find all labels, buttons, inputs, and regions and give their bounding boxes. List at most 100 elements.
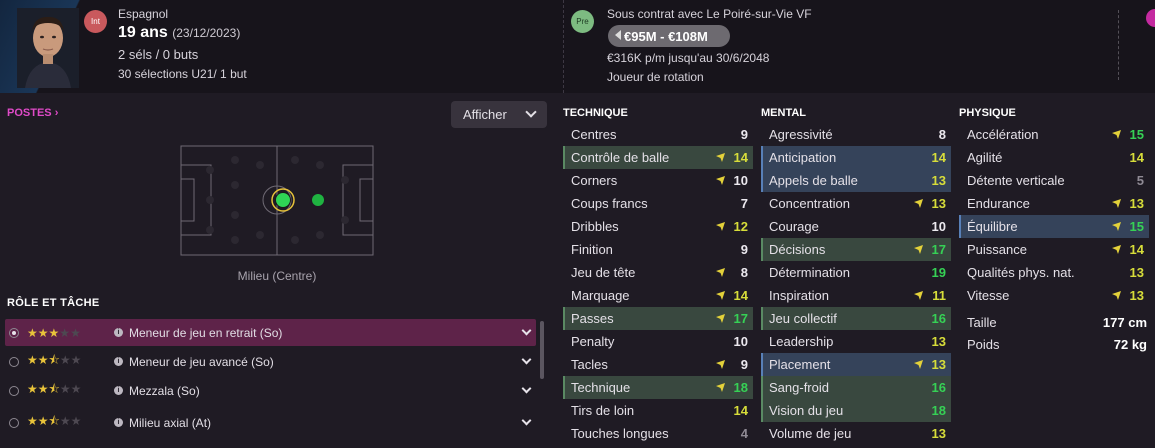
attribute-value: 16 <box>931 311 946 326</box>
info-icon[interactable]: i <box>114 386 123 395</box>
attribute-row[interactable]: Finition 9 <box>563 238 753 261</box>
progress-arrow-icon <box>716 176 725 185</box>
attribute-row[interactable]: Centres 9 <box>563 123 753 146</box>
attribute-name: Détermination <box>769 265 850 280</box>
attribute-row[interactable]: Passes 17 <box>563 307 753 330</box>
attribute-row[interactable]: Marquage 14 <box>563 284 753 307</box>
attribute-row[interactable]: Anticipation 14 <box>761 146 951 169</box>
attribute-row[interactable]: Technique 18 <box>563 376 753 399</box>
attribute-row[interactable]: Volume de jeu 13 <box>761 422 951 445</box>
role-radio[interactable] <box>9 385 19 396</box>
attribute-name: Contrôle de balle <box>571 150 670 165</box>
notification-badge[interactable] <box>1146 9 1155 27</box>
progress-arrow-icon <box>1112 291 1121 300</box>
attribute-row[interactable]: Dribbles 12 <box>563 215 753 238</box>
chevron-down-icon[interactable] <box>521 383 532 394</box>
attribute-value: 14 <box>1129 242 1144 257</box>
attribute-row[interactable]: Sang-froid 16 <box>761 376 951 399</box>
player-avatar[interactable] <box>17 8 79 88</box>
role-row[interactable]: ★★⯪★★ i Meneur de jeu avancé (So) <box>5 348 536 375</box>
attribute-value: 15 <box>1129 219 1144 234</box>
attribute-value: 15 <box>1129 127 1144 142</box>
transfer-value[interactable]: €95M - €108M <box>608 25 730 47</box>
attribute-row[interactable]: Vitesse 13 <box>959 284 1149 307</box>
attribute-name: Corners <box>571 173 618 188</box>
attribute-row[interactable]: Endurance 13 <box>959 192 1149 215</box>
attribute-name: Volume de jeu <box>769 426 852 441</box>
attribute-value: 10 <box>733 334 748 349</box>
attribute-row[interactable]: Détente verticale 5 <box>959 169 1149 192</box>
info-icon[interactable]: i <box>114 357 123 366</box>
attribute-row[interactable]: Agressivité 8 <box>761 123 951 146</box>
attribute-row[interactable]: Placement 13 <box>761 353 951 376</box>
progress-arrow-icon <box>716 153 725 162</box>
attribute-row[interactable]: Appels de balle 13 <box>761 169 951 192</box>
attribute-value: 17 <box>733 311 748 326</box>
positions-title: POSTES <box>7 107 52 119</box>
attribute-value: 19 <box>931 265 946 280</box>
chevron-down-icon <box>525 106 537 118</box>
progress-arrow-icon <box>914 245 923 254</box>
attribute-row[interactable]: Équilibre 15 <box>959 215 1149 238</box>
attribute-value: 14 <box>733 403 748 418</box>
role-duty-title: RÔLE ET TÂCHE <box>7 297 100 309</box>
attribute-row[interactable]: Agilité 14 <box>959 146 1149 169</box>
attribute-row[interactable]: Coups francs 7 <box>563 192 753 215</box>
attribute-row[interactable]: Tacles 9 <box>563 353 753 376</box>
attribute-row[interactable]: Tirs de loin 14 <box>563 399 753 422</box>
chevron-right-icon: › <box>54 107 59 119</box>
attribute-name: Concentration <box>769 196 850 211</box>
attribute-row[interactable]: Leadership 13 <box>761 330 951 353</box>
attribute-row[interactable]: Concentration 13 <box>761 192 951 215</box>
attribute-value: 9 <box>740 357 748 372</box>
attribute-value: 5 <box>1136 173 1144 188</box>
role-radio[interactable] <box>9 327 19 338</box>
attribute-row[interactable]: Touches longues 4 <box>563 422 753 445</box>
attribute-row[interactable]: Accélération 15 <box>959 123 1149 146</box>
attribute-row[interactable]: Corners 10 <box>563 169 753 192</box>
attribute-row[interactable]: Détermination 19 <box>761 261 951 284</box>
attribute-value: 18 <box>733 380 748 395</box>
attribute-row[interactable]: Jeu collectif 16 <box>761 307 951 330</box>
attribute-row[interactable]: Puissance 14 <box>959 238 1149 261</box>
attribute-row[interactable]: Qualités phys. nat. 13 <box>959 261 1149 284</box>
info-icon[interactable]: i <box>114 418 123 427</box>
attribute-value: 13 <box>931 334 946 349</box>
attribute-value: 14 <box>931 150 946 165</box>
role-radio[interactable] <box>9 356 19 367</box>
role-list-scrollbar[interactable] <box>540 321 544 379</box>
attribute-row[interactable]: Penalty 10 <box>563 330 753 353</box>
attribute-name: Coups francs <box>571 196 648 211</box>
chevron-down-icon[interactable] <box>521 354 532 365</box>
show-dropdown-button[interactable]: Afficher <box>451 101 547 128</box>
role-row[interactable]: ★★★★★ i Meneur de jeu en retrait (So) <box>5 319 536 346</box>
attribute-value: 10 <box>733 173 748 188</box>
attribute-value: 8 <box>938 127 946 142</box>
chevron-down-icon[interactable] <box>521 415 532 426</box>
attribute-name: Anticipation <box>769 150 837 165</box>
u21-caps: 30 sélections U21/ 1 but <box>118 67 247 81</box>
chevron-down-icon[interactable] <box>521 325 532 336</box>
role-radio[interactable] <box>9 417 19 428</box>
positions-link[interactable]: POSTES › <box>7 107 58 119</box>
attribute-value: 9 <box>740 242 748 257</box>
contract-status[interactable]: Sous contrat avec Le Poiré-sur-Vie VF <box>607 7 812 21</box>
attribute-row[interactable]: Courage 10 <box>761 215 951 238</box>
progress-arrow-icon <box>914 199 923 208</box>
progress-arrow-icon <box>914 291 923 300</box>
attribute-row[interactable]: Contrôle de balle 14 <box>563 146 753 169</box>
attribute-row[interactable]: Inspiration 11 <box>761 284 951 307</box>
attribute-name: Sang-froid <box>769 380 829 395</box>
role-row[interactable]: ★★⯪★★ i Milieu axial (At) <box>5 409 536 436</box>
attribute-value: 14 <box>733 150 748 165</box>
attribute-row[interactable]: Décisions 17 <box>761 238 951 261</box>
progress-arrow-icon <box>716 360 725 369</box>
header-scrollbar[interactable] <box>1118 10 1122 80</box>
nationality[interactable]: Espagnol <box>118 7 168 21</box>
attribute-row[interactable]: Jeu de tête 8 <box>563 261 753 284</box>
info-icon[interactable]: i <box>114 328 123 337</box>
progress-arrow-icon <box>716 291 725 300</box>
role-row[interactable]: ★★⯪★★ i Mezzala (So) <box>5 377 536 404</box>
attribute-row[interactable]: Vision du jeu 18 <box>761 399 951 422</box>
progress-arrow-icon <box>716 383 725 392</box>
